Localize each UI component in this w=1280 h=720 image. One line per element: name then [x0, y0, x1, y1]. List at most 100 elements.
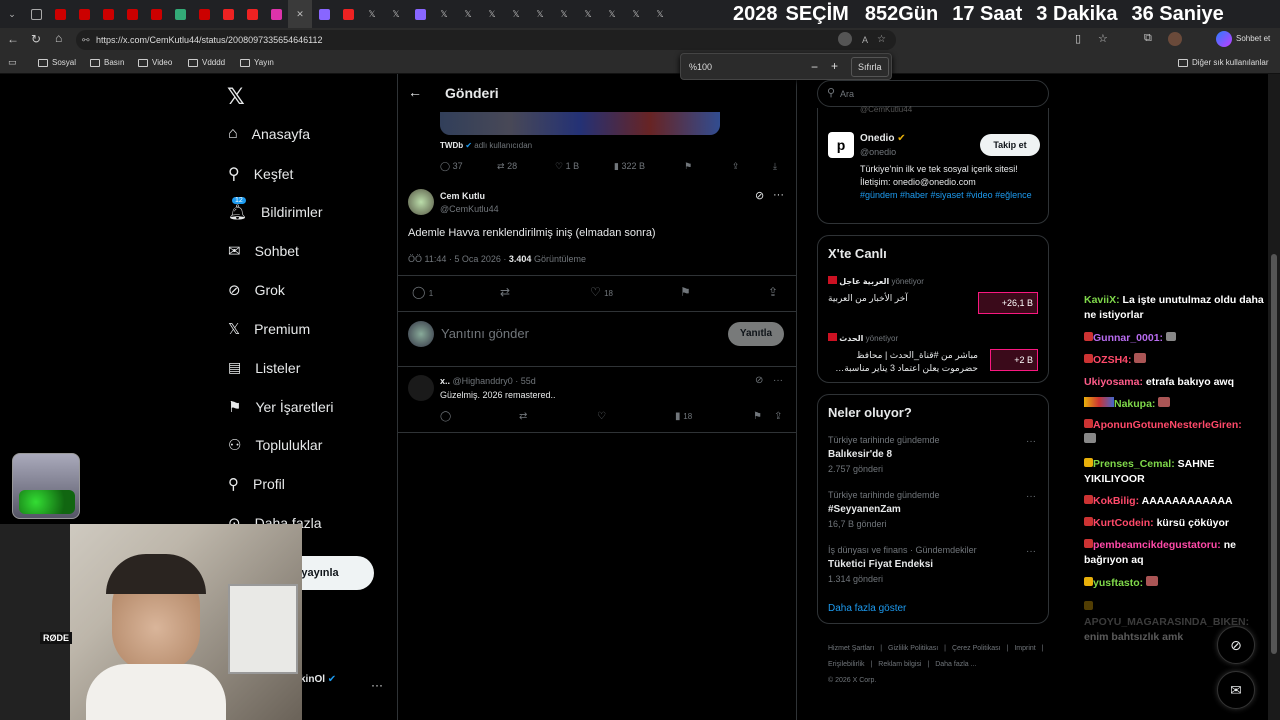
profile-avatar[interactable]	[1168, 32, 1182, 46]
collections-icon[interactable]: ⧉	[1144, 32, 1152, 45]
quoted-media-image[interactable]	[440, 112, 720, 135]
trend-more-icon[interactable]: ···	[1026, 546, 1036, 557]
x-tab-icon[interactable]: 𝕏	[432, 0, 456, 28]
tab-icon[interactable]	[48, 0, 72, 28]
card-hashtags[interactable]: #gündem #haber #siyaset #video #eğlence	[860, 189, 1040, 202]
quoted-views[interactable]: ▮ 322 B	[614, 161, 645, 172]
tab-icon[interactable]	[144, 0, 168, 28]
other-bookmarks[interactable]: Diğer sık kullanılanlar	[1178, 58, 1268, 67]
tab-icon[interactable]: ✕	[288, 0, 312, 28]
grok-icon[interactable]: ⊘	[755, 375, 763, 386]
follow-button[interactable]: Takip et	[980, 134, 1040, 156]
messages-float-button[interactable]: ✉	[1217, 671, 1255, 709]
download-icon[interactable]: ⤓	[773, 161, 777, 172]
x-tab-icon[interactable]: 𝕏	[648, 0, 672, 28]
show-more-link[interactable]: Daha fazla göster	[828, 603, 906, 614]
x-tab-icon[interactable]: 𝕏	[576, 0, 600, 28]
reload-icon[interactable]: ↻	[31, 32, 41, 46]
footer-link[interactable]: Gizlilik Politikası	[888, 645, 938, 652]
author-name[interactable]: Cem Kutlu	[440, 191, 485, 201]
x-tab-icon[interactable]: 𝕏	[504, 0, 528, 28]
bookmark-star-icon[interactable]: ☆	[877, 30, 886, 50]
nav-messages[interactable]: ✉ Sohbet	[228, 242, 299, 260]
heart-icon[interactable]: ♡	[597, 411, 606, 422]
author-handle[interactable]: @CemKutlu44	[440, 204, 499, 214]
account-more-icon[interactable]: ···	[371, 678, 383, 692]
footer-link[interactable]: Imprint	[1014, 645, 1035, 652]
reply-author[interactable]: x.. @Highanddry0 · 55d	[440, 376, 536, 386]
tab-icon[interactable]	[168, 0, 192, 28]
bookmark-folder[interactable]: Vdddd	[188, 58, 225, 67]
trend-item[interactable]: Türkiye tarihinde gündemde #SeyyanenZam 16…	[828, 490, 940, 529]
retweet-icon[interactable]: ⇄	[500, 285, 510, 299]
x-tab-icon[interactable]: 𝕏	[624, 0, 648, 28]
tab-icon[interactable]	[336, 0, 360, 28]
x-tab-icon[interactable]: 𝕏	[384, 0, 408, 28]
footer-link[interactable]: Erişilebilirlik	[828, 661, 865, 668]
bookmark-folder[interactable]: Basın	[90, 58, 124, 67]
more-options-icon[interactable]: ···	[773, 189, 784, 201]
tab-list-chevron-icon[interactable]: ⌄	[0, 0, 24, 28]
live-host[interactable]: الحدث yönetiyor	[828, 333, 898, 343]
tab-icon[interactable]	[216, 0, 240, 28]
footer-link[interactable]: Daha fazla ...	[935, 661, 976, 668]
bookmark-folder[interactable]: Sosyal	[38, 58, 76, 67]
reply-submit-button[interactable]: Yanıtla	[728, 322, 784, 346]
favorites-icon[interactable]: ☆	[1098, 32, 1108, 45]
bookmark-icon[interactable]: ⚑	[753, 411, 762, 422]
avatar[interactable]	[408, 189, 434, 215]
live-listener-count[interactable]: +2 B	[990, 349, 1038, 371]
tab-icon[interactable]	[312, 0, 336, 28]
trend-item[interactable]: İş dünyası ve finans · Gündemdekiler Tüke…	[828, 545, 977, 584]
nav-notifications[interactable]: 🔔︎ 12 Bildirimler	[228, 197, 323, 221]
back-arrow-icon[interactable]: ←	[408, 84, 422, 100]
url-input[interactable]: ⚯ https://x.com/CemKutlu44/status/200809…	[76, 30, 896, 50]
bookmark-folder[interactable]: Video	[138, 58, 172, 67]
trend-item[interactable]: Türkiye tarihinde gündemde Balıkesir'de 8…	[828, 435, 940, 474]
tab-icon[interactable]	[240, 0, 264, 28]
retweet-icon[interactable]: ⇄	[519, 411, 527, 422]
quoted-reply[interactable]: ◯ 37	[440, 161, 463, 172]
split-screen-icon[interactable]: ▯	[1075, 32, 1081, 45]
quoted-like[interactable]: ♡ 1 B	[555, 161, 579, 172]
x-tab-icon[interactable]: 𝕏	[480, 0, 504, 28]
live-listener-count[interactable]: +26,1 B	[978, 292, 1038, 314]
bookmark-icon[interactable]: ⚑	[680, 285, 691, 299]
tab-icon[interactable]	[408, 0, 432, 28]
footer-link[interactable]: Reklam bilgisi	[878, 661, 921, 668]
trend-more-icon[interactable]: ···	[1026, 491, 1036, 502]
trend-more-icon[interactable]: ···	[1026, 436, 1036, 447]
reply-icon[interactable]: ◯	[440, 411, 451, 422]
avatar[interactable]	[408, 375, 434, 401]
nav-communities[interactable]: ⚇ Topluluklar	[228, 436, 322, 454]
zoom-reset-button[interactable]: Sıfırla	[851, 57, 889, 77]
card-handle[interactable]: @onedio	[860, 147, 896, 157]
back-arrow-icon[interactable]: ←	[7, 32, 19, 46]
tweet-time[interactable]: ÖÖ 11:44 · 5 Oca 2026 ·	[408, 254, 506, 264]
share-icon[interactable]: ⇪	[774, 411, 782, 422]
share-icon[interactable]: ⇪	[732, 161, 740, 172]
live-host[interactable]: العربية عاجل yönetiyor	[828, 276, 924, 286]
nav-bookmarks[interactable]: ⚑ Yer İşaretleri	[228, 398, 334, 416]
account-name[interactable]: kinOl ✔	[300, 674, 336, 685]
reply-button[interactable]: ◯ 1	[412, 285, 433, 299]
more-options-icon[interactable]: ···	[773, 375, 783, 386]
like-button[interactable]: ♡ 18	[590, 285, 613, 299]
nav-lists[interactable]: ▤ Listeler	[228, 359, 300, 376]
tab-icon[interactable]	[120, 0, 144, 28]
x-tab-icon[interactable]: 𝕏	[552, 0, 576, 28]
nav-premium[interactable]: 𝕏 Premium	[228, 320, 310, 338]
onedio-logo-icon[interactable]: p	[828, 132, 854, 158]
x-tab-icon[interactable]: 𝕏	[528, 0, 552, 28]
reply-input[interactable]: Yanıtını gönder	[441, 326, 529, 341]
search-box[interactable]: ⚲ Ara	[817, 80, 1049, 107]
tab-icon[interactable]	[24, 0, 48, 28]
nav-profile[interactable]: ⚲ Profil	[228, 475, 285, 493]
footer-link[interactable]: Hizmet Şartları	[828, 645, 874, 652]
quoted-retweet[interactable]: ⇄ 28	[497, 161, 517, 172]
x-logo-icon[interactable]: 𝕏	[227, 84, 245, 110]
tab-icon[interactable]	[96, 0, 120, 28]
copilot-icon[interactable]	[1216, 31, 1232, 47]
zoom-out-button[interactable]: −	[811, 60, 818, 74]
grok-float-button[interactable]: ⊘	[1217, 626, 1255, 664]
